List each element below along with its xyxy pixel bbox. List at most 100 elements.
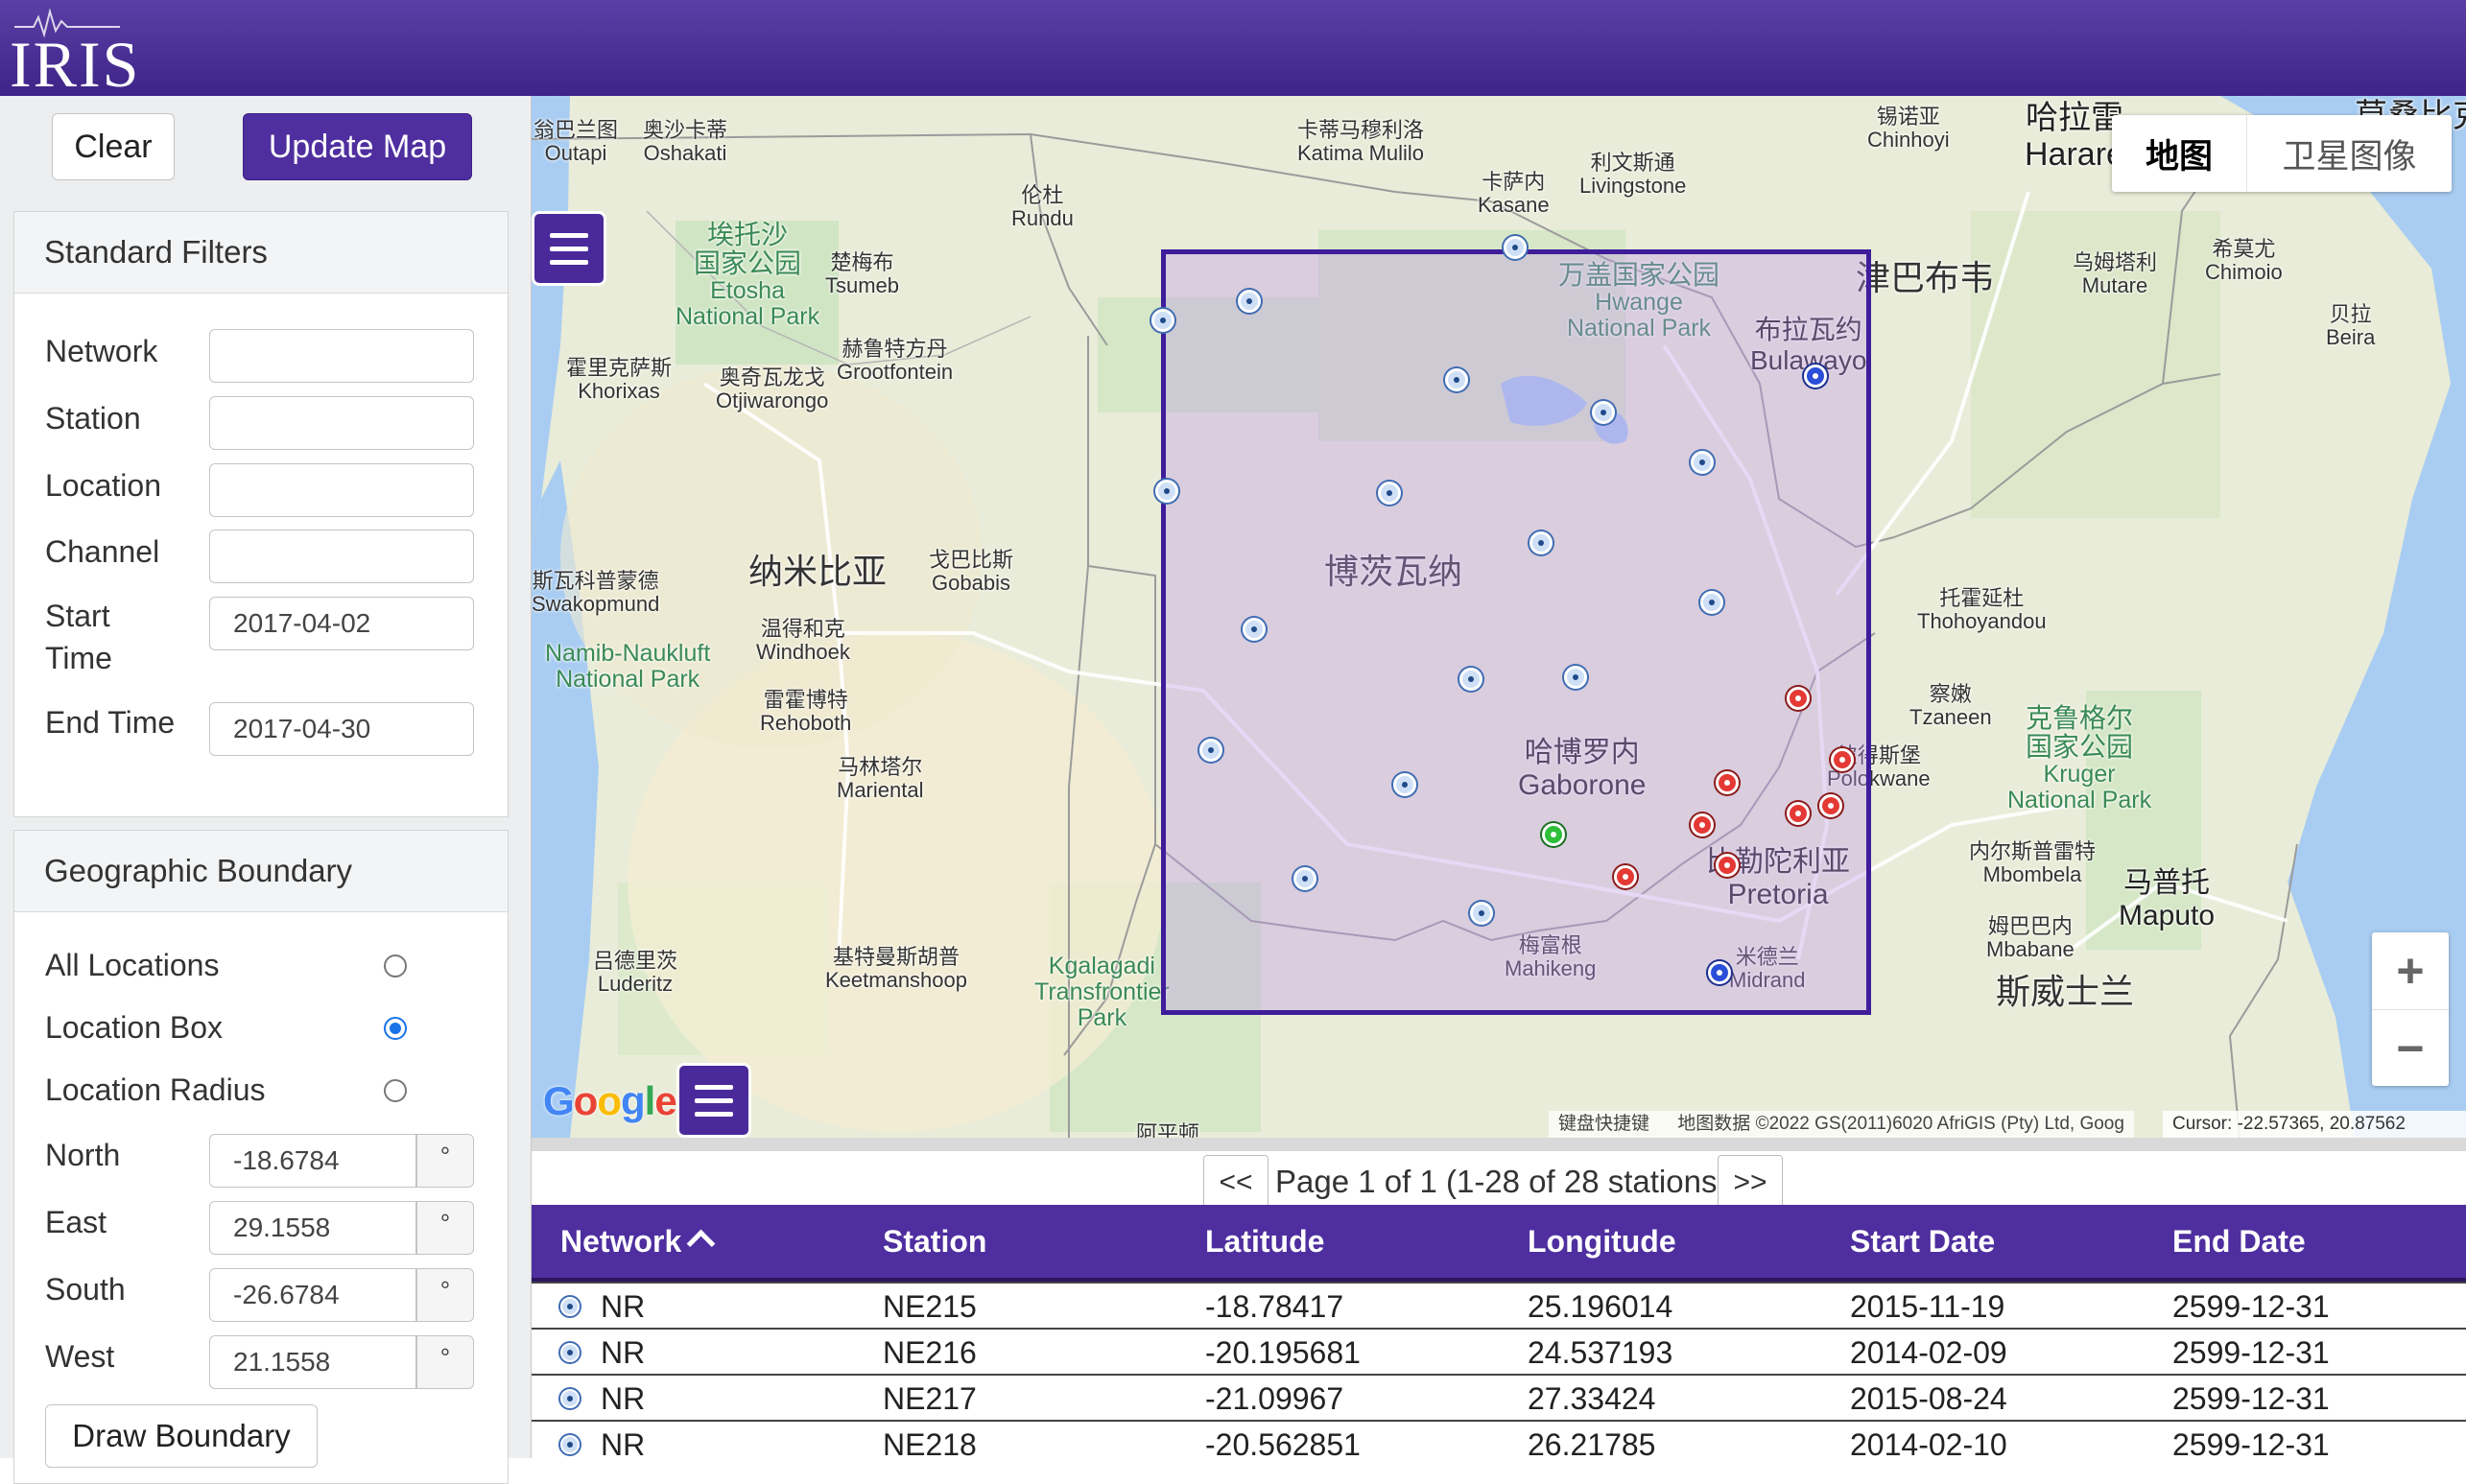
west-input[interactable]: 21.1558 [209,1335,416,1389]
map-label-rehoboth: 雷霍博特 Rehoboth [760,688,852,735]
table-row[interactable]: NR NE215 -18.78417 25.196014 2015-11-19 … [532,1282,2466,1330]
east-label: East [45,1205,107,1239]
channel-input[interactable] [209,530,474,583]
update-map-button[interactable]: Update Map [243,113,472,180]
cell-station: NE216 [883,1335,977,1370]
menu-icon-bar [695,1097,733,1103]
station-marker-blue[interactable] [1804,365,1827,388]
station-marker[interactable] [1293,867,1316,890]
channel-label: Channel [45,534,160,569]
google-logo[interactable]: Google [543,1078,677,1124]
east-input[interactable]: 29.1558 [209,1201,416,1255]
table-row[interactable]: NR NE216 -20.195681 24.537193 2014-02-09… [532,1328,2466,1376]
cell-end-date: 2599-12-31 [2172,1335,2330,1370]
station-marker-red[interactable] [1691,813,1714,836]
table-row[interactable]: NR NE217 -21.09967 27.33424 2015-08-24 2… [532,1374,2466,1422]
column-longitude[interactable]: Longitude [1528,1205,1676,1278]
station-marker[interactable] [1199,739,1222,762]
map-label-tsumeb: 楚梅布 Tsumeb [825,250,900,297]
map-label-otjiwarongo: 奥奇瓦龙戈 Otjiwarongo [716,365,829,412]
station-marker[interactable] [1445,368,1468,391]
station-marker[interactable] [1504,236,1527,259]
station-marker[interactable] [1393,773,1416,796]
zoom-control: + − [2372,932,2449,1086]
station-input[interactable] [209,396,474,450]
table-menu-button[interactable] [676,1063,751,1138]
station-marker[interactable] [1238,290,1261,313]
station-marker[interactable] [1155,480,1178,503]
station-marker-red[interactable] [1787,687,1810,710]
map-label-khorixas: 霍里克萨斯 Khorixas [566,356,673,403]
station-row-icon [560,1297,580,1316]
station-marker[interactable] [1592,401,1615,424]
clear-button[interactable]: Clear [52,113,175,180]
zoom-in-button[interactable]: + [2372,932,2449,1010]
location-box-radio[interactable] [384,1017,407,1040]
menu-icon-bar [695,1084,733,1090]
station-row-icon [560,1435,580,1454]
map-label-mutare: 乌姆塔利 Mutare [2073,250,2158,297]
all-locations-radio[interactable] [384,954,407,978]
cell-longitude: 27.33424 [1528,1381,1656,1416]
location-box-label: Location Box [45,1010,224,1045]
menu-icon-bar [550,232,588,238]
station-map[interactable]: 翁巴兰图 Outapi 奥沙卡蒂 Oshakati 卡蒂马穆利洛 Katima Mul… [532,96,2466,1138]
station-marker-green[interactable] [1542,823,1565,846]
station-marker[interactable] [1691,451,1714,474]
map-label-livingstone: 利文斯通 Livingstone [1579,151,1687,198]
keyboard-shortcuts-link[interactable]: 键盘快捷键 [1558,1114,1649,1134]
station-marker[interactable] [1243,618,1266,641]
draw-boundary-button[interactable]: Draw Boundary [45,1404,318,1468]
column-end-date[interactable]: End Date [2172,1205,2306,1278]
cell-latitude: -20.562851 [1205,1427,1361,1458]
map-label-chimoio: 希莫尤 Chimoio [2205,237,2283,284]
station-marker-red[interactable] [1716,771,1739,794]
column-network[interactable]: Network [560,1205,716,1278]
location-input[interactable] [209,463,474,517]
map-type-map-button[interactable]: 地图 [2112,115,2247,192]
north-input[interactable]: -18.6784 [209,1134,416,1188]
station-marker[interactable] [1470,902,1493,925]
station-marker-red[interactable] [1787,802,1810,825]
station-marker[interactable] [1700,591,1723,614]
map-menu-button[interactable] [532,211,606,286]
map-label-etosha: 埃托沙 国家公园 Etosha National Park [676,220,820,330]
station-marker-red[interactable] [1831,748,1854,771]
station-marker[interactable] [1378,482,1401,505]
zoom-out-button[interactable]: − [2372,1010,2449,1087]
south-input[interactable]: -26.6784 [209,1268,416,1322]
column-station[interactable]: Station [883,1205,986,1278]
map-label-kasane: 卡萨内 Kasane [1478,170,1550,217]
map-label-outapi: 翁巴兰图 Outapi [534,118,619,165]
next-page-button[interactable]: >> [1718,1155,1783,1211]
station-marker[interactable] [1459,668,1482,691]
table-row[interactable]: NR NE218 -20.562851 26.21785 2014-02-10 … [532,1420,2466,1458]
start-time-input[interactable]: 2017-04-02 [209,597,474,650]
station-marker-red[interactable] [1716,854,1739,877]
map-label-mbabane: 姆巴巴内 Mbabane [1986,914,2075,961]
station-marker-red[interactable] [1614,865,1637,888]
prev-page-button[interactable]: << [1203,1155,1269,1211]
map-label-namib-naukluft: Namib-Naukluft National Park [545,640,711,693]
column-start-date[interactable]: Start Date [1850,1205,1995,1278]
station-row-icon [560,1389,580,1408]
station-marker[interactable] [1564,666,1587,689]
end-time-input[interactable]: 2017-04-30 [209,702,474,756]
column-latitude[interactable]: Latitude [1205,1205,1324,1278]
station-marker[interactable] [1151,309,1174,332]
station-marker-red[interactable] [1819,794,1842,817]
station-marker-blue[interactable] [1708,961,1731,984]
sort-ascending-icon [686,1229,716,1259]
location-box-overlay[interactable] [1161,249,1871,1015]
end-time-label: End Time [45,705,176,740]
network-input[interactable] [209,329,474,383]
east-degree-addon: ° [416,1201,474,1255]
map-label-zimbabwe: 津巴布韦 [1856,258,1995,297]
station-marker[interactable] [1529,531,1553,554]
cell-longitude: 25.196014 [1528,1289,1673,1324]
location-radius-radio[interactable] [384,1079,407,1102]
map-type-satellite-button[interactable]: 卫星图像 [2247,115,2452,192]
station-row-icon [560,1343,580,1362]
cell-network: NR [601,1335,646,1370]
station-label: Station [45,401,141,436]
